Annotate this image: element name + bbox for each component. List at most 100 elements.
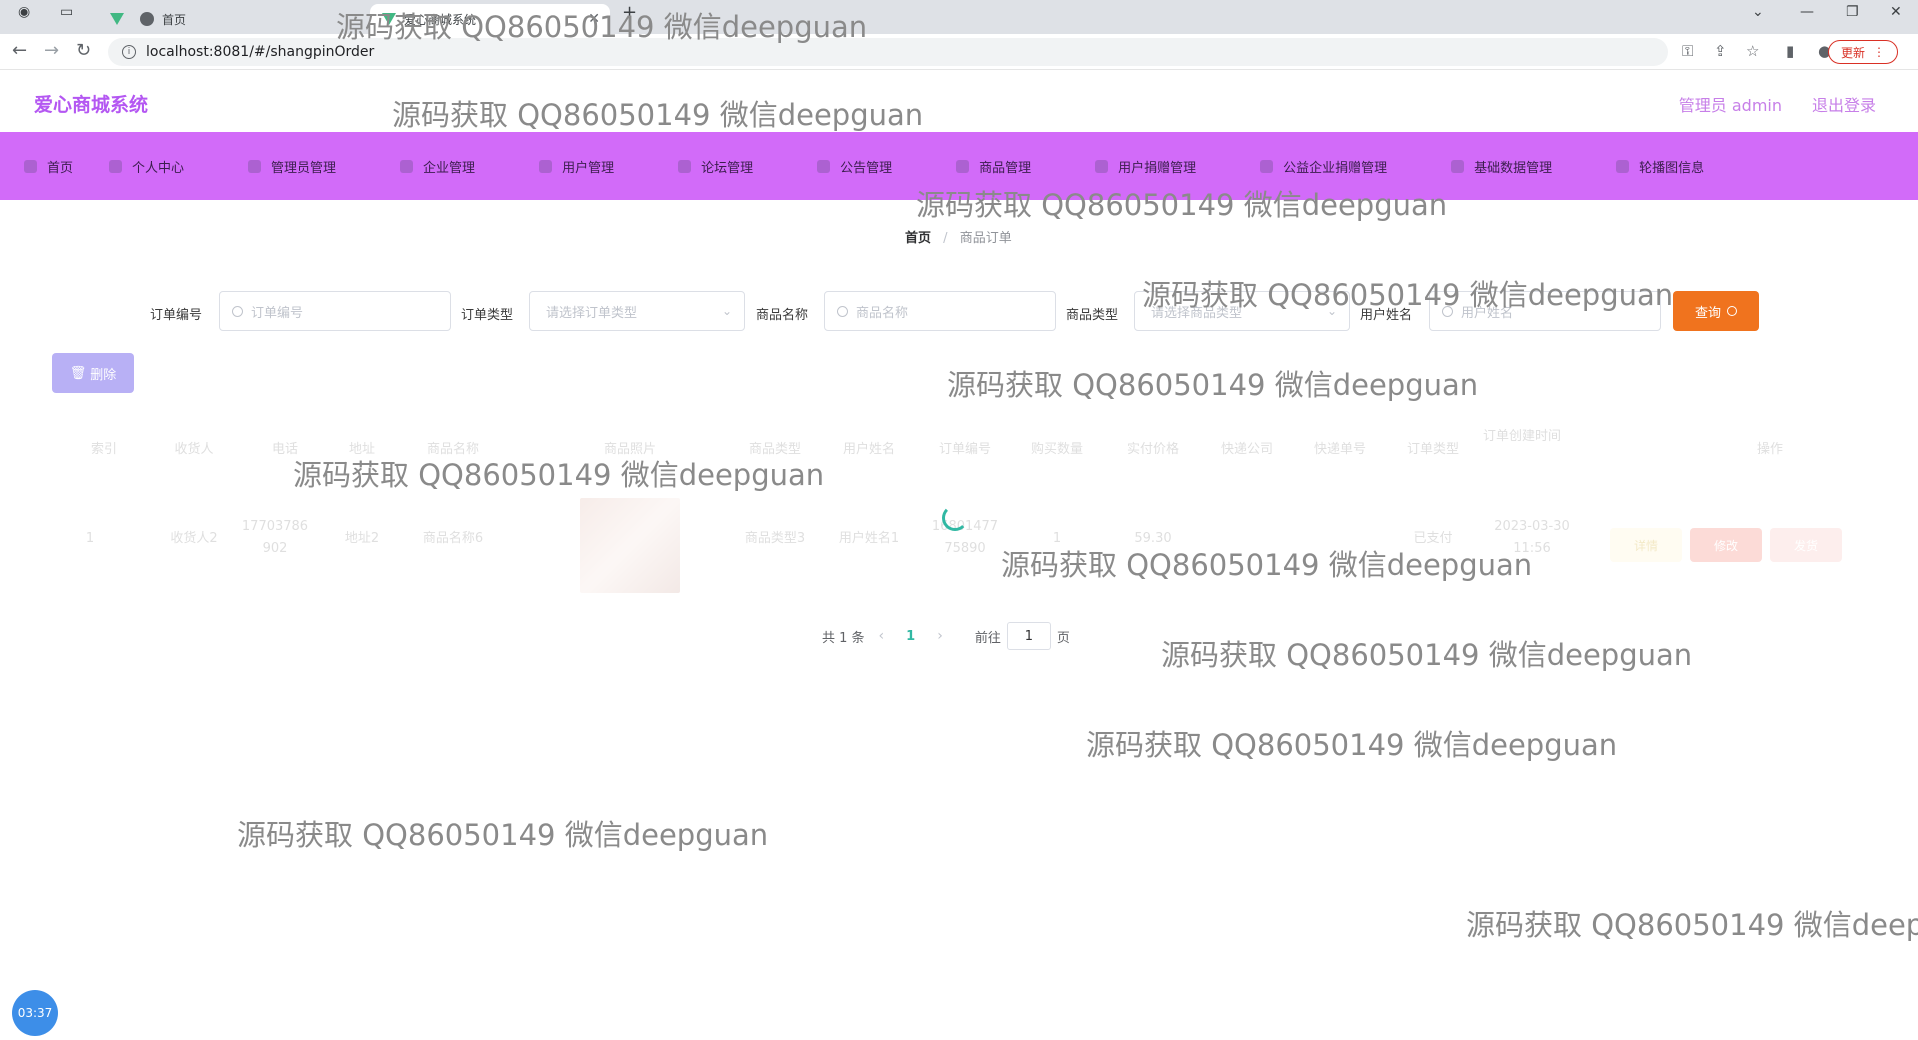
pager-page[interactable]: 1 — [906, 629, 915, 644]
users-icon — [539, 159, 553, 173]
nav-item-enterprise-donation[interactable]: 公益企业捐赠管理 — [1260, 132, 1387, 200]
cell-index: 1 — [85, 531, 95, 546]
product-icon — [956, 159, 970, 173]
search-icon — [1442, 305, 1453, 317]
home-icon — [24, 159, 37, 173]
nav-item-products[interactable]: 商品管理 — [956, 132, 1031, 200]
update-button[interactable]: 更新 ⋮ — [1827, 40, 1898, 64]
watermark: 源码获取 QQ86050149 微信deepguan — [947, 368, 1479, 402]
reload-icon[interactable]: ↻ — [76, 40, 91, 61]
breadcrumb: 首页 / 商品订单 — [905, 231, 1012, 246]
star-icon[interactable]: ☆ — [1746, 42, 1759, 60]
product-name-input[interactable]: 商品名称 — [824, 291, 1056, 331]
table-header: 商品类型 — [748, 442, 801, 457]
nav-item-base-data[interactable]: 基础数据管理 — [1451, 132, 1552, 200]
nav-item-admin[interactable]: 管理员管理 — [248, 132, 336, 200]
browser-icon[interactable]: ◉ — [18, 4, 30, 20]
order-no-label: 订单编号 — [150, 308, 203, 323]
search-icon — [232, 305, 243, 317]
cell-address: 地址2 — [344, 531, 380, 546]
close-icon[interactable]: ✕ — [588, 11, 600, 27]
tab-home[interactable]: 首页 — [100, 4, 320, 34]
close-window-icon[interactable]: ✕ — [1890, 4, 1902, 20]
cell-price: 59.30 — [1134, 531, 1172, 546]
nav-item-forum[interactable]: 论坛管理 — [678, 132, 753, 200]
pager-goto-input[interactable]: 1 — [1006, 622, 1051, 650]
cell-receiver: 收货人2 — [170, 531, 218, 546]
watermark: 源码获取 QQ86050149 微信deepguan — [237, 818, 769, 852]
cell-product-name: 商品名称6 — [422, 531, 484, 546]
watermark: 源码获取 QQ86050149 微信deepguan — [1086, 728, 1618, 762]
order-type-select[interactable]: 请选择订单类型 ⌄ — [529, 291, 745, 331]
nav-item-carousel[interactable]: 轮播图信息 — [1616, 132, 1704, 200]
chevron-right-icon[interactable]: › — [937, 628, 943, 644]
tab-search-icon[interactable]: ▭ — [60, 4, 73, 20]
new-tab-icon[interactable]: + — [622, 2, 637, 23]
key-icon[interactable]: ⚿ — [1682, 42, 1693, 60]
nav-item-users[interactable]: 用户管理 — [539, 132, 614, 200]
pager-total: 共 1 条 — [822, 630, 865, 646]
nav-item-notice[interactable]: 公告管理 — [817, 132, 892, 200]
chevron-left-icon[interactable]: ‹ — [879, 628, 885, 644]
back-icon[interactable]: ← — [12, 40, 27, 61]
breadcrumb-current: 商品订单 — [959, 231, 1012, 246]
nav-item-enterprise[interactable]: 企业管理 — [400, 132, 475, 200]
admin-link[interactable]: 管理员 admin — [1679, 92, 1782, 116]
query-button[interactable]: 查询 — [1673, 291, 1759, 331]
address-bar[interactable]: i localhost:8081/#/shangpinOrder — [108, 38, 1668, 66]
user-name-input[interactable]: 用户姓名 — [1429, 291, 1661, 331]
product-type-select[interactable]: 请选择商品类型 ⌄ — [1134, 291, 1350, 331]
pagination: 共 1 条 ‹ 1 › 前往 1 页 — [822, 622, 1070, 650]
loading-spinner — [942, 505, 968, 531]
nav-item-user-donation[interactable]: 用户捐赠管理 — [1095, 132, 1196, 200]
watermark: 源码获取 QQ86050149 微信deepguan — [1161, 638, 1693, 672]
sidepanel-icon[interactable]: ▮ — [1786, 42, 1794, 60]
info-icon[interactable]: i — [122, 45, 136, 59]
edit-button[interactable]: 修改 — [1690, 528, 1762, 562]
order-no-input[interactable]: 订单编号 — [219, 291, 451, 331]
data-icon — [1451, 159, 1465, 173]
ship-button[interactable]: 发货 — [1770, 528, 1842, 562]
minimize-icon[interactable]: — — [1800, 4, 1814, 20]
carousel-icon — [1616, 159, 1630, 173]
notice-icon — [817, 159, 831, 173]
product-type-label: 商品类型 — [1066, 308, 1119, 323]
table-header: 实付价格 — [1126, 442, 1179, 457]
tab-app[interactable]: 爱心商城系统 ✕ — [370, 4, 610, 34]
table-header: 快递公司 — [1220, 442, 1273, 457]
share-icon[interactable]: ⇪ — [1714, 42, 1727, 60]
cell-created: 2023-03-30 11:56 — [1494, 519, 1570, 556]
watermark: 源码获取 QQ86050149 微信deepguan — [1466, 908, 1918, 942]
table-header: 商品名称 — [426, 442, 479, 457]
chevron-down-icon[interactable]: ⌄ — [1752, 4, 1764, 20]
table-header: 商品照片 — [603, 442, 656, 457]
recording-timer: 03:37 — [12, 990, 58, 1036]
chevron-down-icon: ⌄ — [721, 304, 732, 318]
cell-product-type: 商品类型3 — [744, 531, 806, 546]
product-thumbnail[interactable] — [580, 498, 680, 593]
table-header: 收货人 — [174, 442, 214, 457]
table-header: 地址 — [348, 442, 375, 457]
enterprise-icon — [400, 159, 414, 173]
trash-icon: 🗑 — [69, 365, 87, 381]
search-icon — [837, 305, 848, 317]
table-header: 订单创建时间 — [1482, 429, 1561, 444]
detail-button[interactable]: 详情 — [1610, 528, 1682, 562]
globe-icon — [140, 12, 154, 26]
vue-icon — [110, 13, 124, 25]
watermark: 源码获取 QQ86050149 微信deepguan — [293, 458, 825, 492]
forum-icon — [678, 159, 692, 173]
table-header: 索引 — [90, 442, 117, 457]
charity-icon — [1260, 159, 1274, 173]
nav-item-home[interactable]: 首页 — [24, 132, 73, 200]
restore-icon[interactable]: ❐ — [1846, 4, 1859, 20]
top-nav: 首页 个人中心 管理员管理 企业管理 用户管理 论坛管理 公告管理 商品管理 用… — [0, 132, 1918, 200]
breadcrumb-home[interactable]: 首页 — [905, 231, 931, 246]
app-header: 爱心商城系统 管理员 admin 退出登录 — [0, 70, 1918, 132]
delete-button[interactable]: 🗑 删除 — [52, 353, 134, 393]
vue-icon — [382, 13, 396, 25]
cell-phone: 17703786902 — [241, 519, 309, 556]
forward-icon[interactable]: → — [44, 40, 59, 61]
nav-item-profile[interactable]: 个人中心 — [109, 132, 184, 200]
logout-link[interactable]: 退出登录 — [1812, 92, 1876, 116]
